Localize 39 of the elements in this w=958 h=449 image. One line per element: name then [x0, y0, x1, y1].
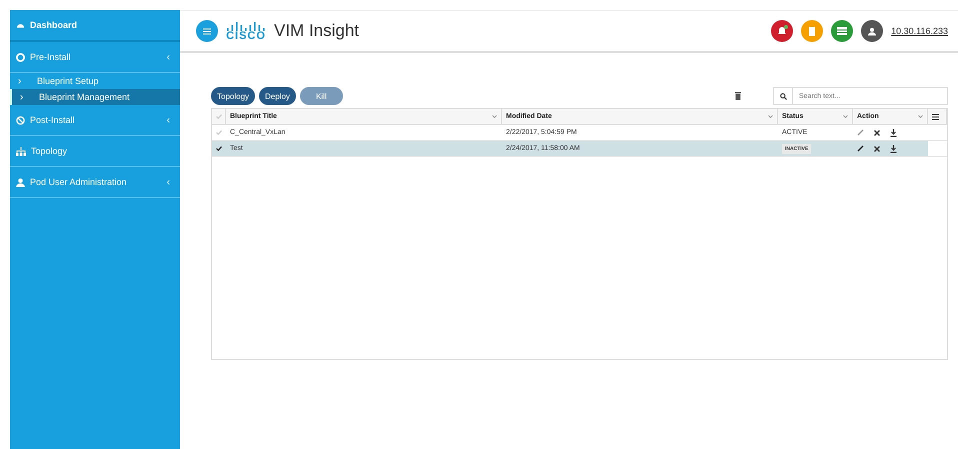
delete-icon[interactable] — [874, 130, 880, 136]
menu-icon — [203, 28, 211, 34]
ban-icon — [16, 116, 25, 124]
toolbar-button[interactable]: Deploy — [259, 87, 296, 105]
row-checkbox[interactable] — [216, 146, 222, 151]
caret-icon[interactable] — [843, 115, 848, 118]
sidebar-item[interactable]: Topology — [10, 136, 180, 167]
document-icon — [808, 26, 816, 36]
user-link[interactable]: 10.30.116.233 — [891, 26, 948, 36]
list-icon — [837, 27, 848, 35]
toolbar-button[interactable]: Topology — [211, 87, 256, 105]
user-button[interactable] — [861, 20, 884, 42]
delete-icon[interactable] — [874, 146, 880, 152]
trash-icon[interactable] — [735, 92, 741, 100]
logo: CISCO — [226, 21, 266, 41]
sidebar-subitem[interactable]: › Blueprint Management — [10, 89, 180, 105]
sidebar-item[interactable]: Pre-Install ‹ — [10, 42, 180, 73]
search-button[interactable] — [773, 87, 793, 105]
download-icon[interactable] — [890, 128, 897, 136]
sidebar-item[interactable]: Pod User Administration ‹ — [10, 167, 180, 198]
download-icon[interactable] — [890, 144, 897, 152]
user-icon — [16, 178, 25, 186]
caret-icon[interactable] — [918, 115, 923, 118]
bell-icon — [776, 25, 788, 37]
list-button[interactable] — [831, 20, 854, 42]
sidebar-subitem[interactable]: › Blueprint Setup — [10, 73, 180, 89]
caret-icon[interactable] — [768, 115, 773, 118]
user-icon — [868, 26, 876, 36]
search-icon — [780, 92, 786, 100]
menu-button[interactable] — [196, 20, 218, 42]
select-all-checkbox[interactable] — [216, 114, 222, 119]
notification-button[interactable] — [771, 20, 794, 42]
app-title: VIM Insight — [274, 21, 360, 41]
caret-icon[interactable] — [492, 115, 497, 118]
edit-icon[interactable] — [857, 145, 864, 152]
dashboard-icon — [16, 22, 25, 28]
sidebar-item[interactable]: Post-Install ‹ — [10, 105, 180, 136]
menu-icon[interactable] — [932, 114, 939, 120]
sitemap-icon — [16, 146, 26, 156]
